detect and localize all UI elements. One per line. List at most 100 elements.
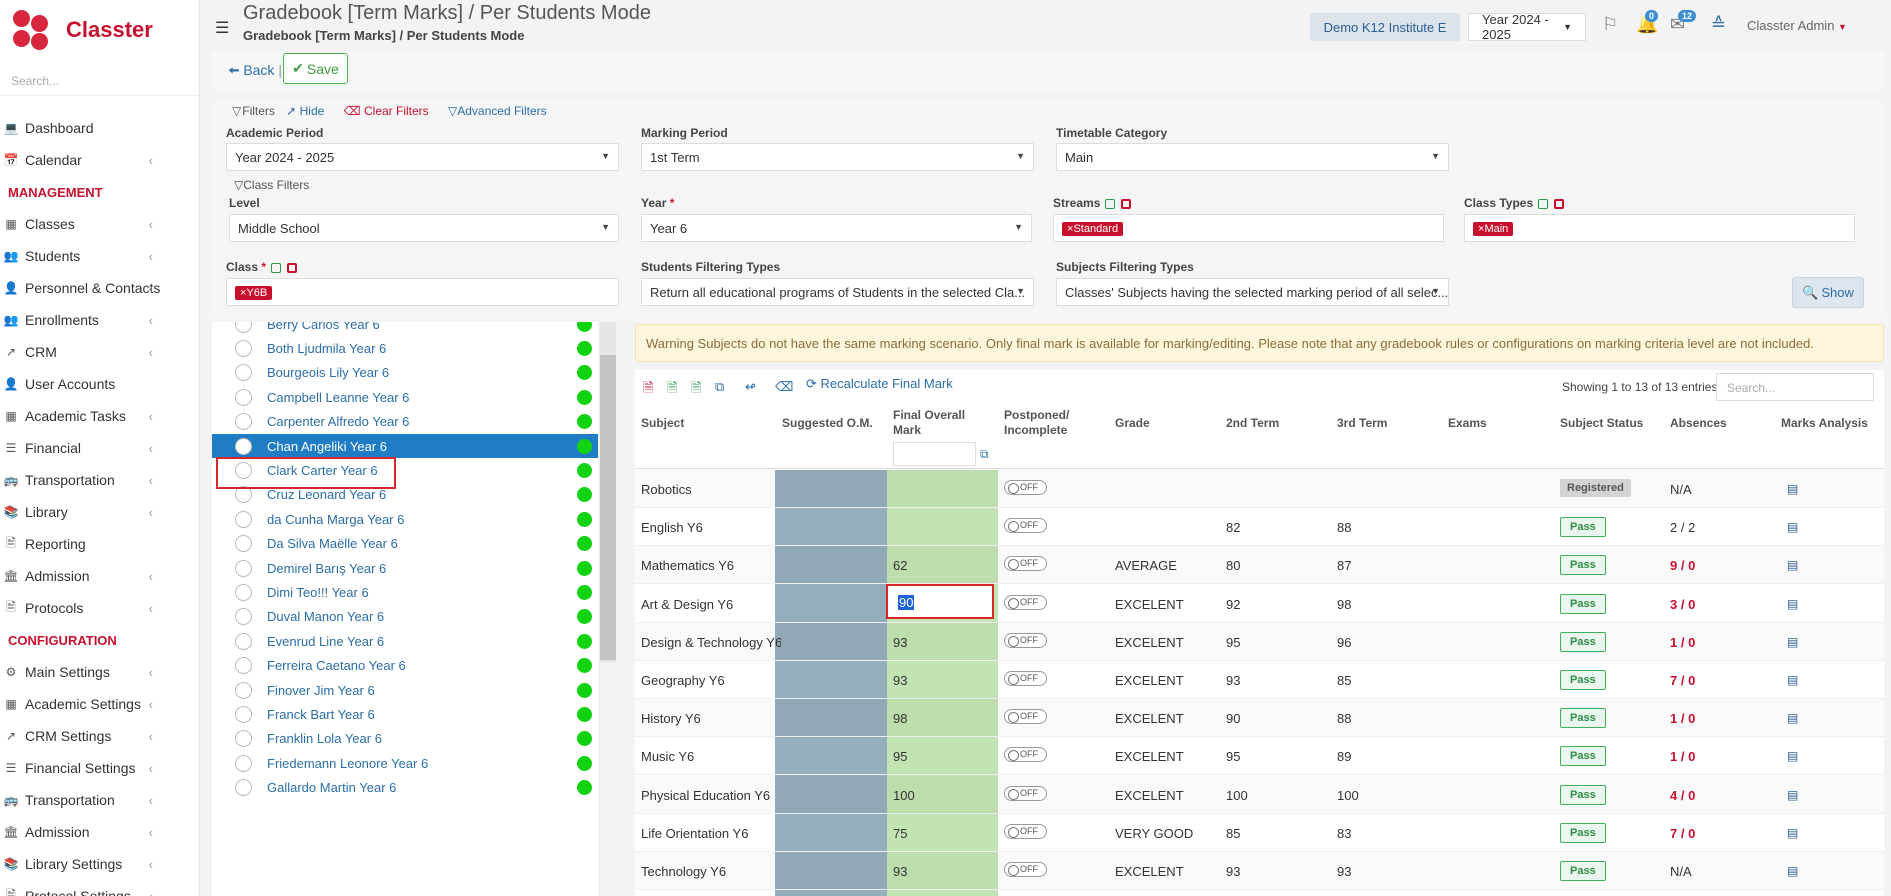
academic-period-select[interactable]: Year 2024 - 2025 ▼ <box>226 143 619 171</box>
deselect-all-icon[interactable] <box>287 262 298 273</box>
sidebar-item-transportation[interactable]: 🚌 Transportation ‹ <box>0 464 199 496</box>
bar-chart-icon[interactable]: ▤ <box>1787 520 1798 534</box>
col-2nd-term[interactable]: 2nd Term <box>1226 416 1279 431</box>
student-radio[interactable] <box>235 657 252 675</box>
final-mark-filter-input[interactable] <box>893 442 976 466</box>
student-row[interactable]: da Cunha Marga Year 6 <box>212 507 598 531</box>
final-mark-editor-input[interactable]: 90 <box>886 584 994 619</box>
sidebar-item-financial-settings[interactable]: ☰ Financial Settings ‹ <box>0 752 199 784</box>
sidebar-item-transportation[interactable]: 🚌 Transportation ‹ <box>0 784 199 816</box>
marking-period-select[interactable]: 1st Term ▼ <box>641 143 1034 171</box>
student-radio[interactable] <box>235 322 252 333</box>
sidebar-item-protocols[interactable]: 🗎 Protocols ‹ <box>0 592 199 624</box>
sidebar-item-protocol-settings[interactable]: 🗎 Protocol Settings ‹ <box>0 880 199 896</box>
student-row[interactable]: Both Ljudmila Year 6 <box>212 336 598 360</box>
sidebar-item-academic-tasks[interactable]: ▦ Academic Tasks ‹ <box>0 400 199 432</box>
sidebar-item-students[interactable]: 👥 Students ‹ <box>0 240 199 272</box>
sidebar-item-classes[interactable]: ▦ Classes ‹ <box>0 208 199 240</box>
sidebar-item-user-accounts[interactable]: 👤 User Accounts <box>0 368 199 400</box>
student-radio[interactable] <box>235 632 252 650</box>
streams-field[interactable]: ×Standard <box>1053 214 1444 242</box>
eraser-icon[interactable]: ⌫ <box>775 379 793 395</box>
student-radio[interactable] <box>235 364 252 382</box>
bar-chart-icon[interactable]: ▤ <box>1787 711 1798 725</box>
postponed-toggle[interactable]: OFF <box>1004 632 1047 648</box>
cell-final-mark[interactable]: 93 <box>893 635 907 650</box>
save-button[interactable]: ✔ Save <box>283 53 348 84</box>
student-radio[interactable] <box>235 388 252 406</box>
bar-chart-icon[interactable]: ▤ <box>1787 864 1798 878</box>
cell-final-mark[interactable]: 62 <box>893 558 907 573</box>
student-row[interactable]: Chan Angeliki Year 6 <box>212 434 598 458</box>
col-subject[interactable]: Subject <box>641 416 684 431</box>
deselect-all-icon[interactable] <box>1121 198 1132 209</box>
class-types-field[interactable]: ×Main <box>1464 214 1855 242</box>
student-row[interactable]: Finover Jim Year 6 <box>212 678 598 702</box>
student-row[interactable]: Gallardo Martin Year 6 <box>212 776 598 800</box>
student-row[interactable]: Bourgeois Lily Year 6 <box>212 361 598 385</box>
logo[interactable]: Classter <box>0 0 199 60</box>
col-absences[interactable]: Absences <box>1670 416 1727 431</box>
hamburger-menu-icon[interactable]: ☰ <box>215 18 229 38</box>
student-radio[interactable] <box>235 705 252 723</box>
student-row[interactable]: Evenrud Line Year 6 <box>212 629 598 653</box>
table-search-input[interactable]: Search... <box>1716 373 1874 401</box>
student-row[interactable]: Franklin Lola Year 6 <box>212 727 598 751</box>
show-button[interactable]: 🔍 Show <box>1792 277 1864 308</box>
flag-icon[interactable]: ⚐ <box>1602 14 1618 35</box>
student-row[interactable]: Dimi Teo!!! Year 6 <box>212 580 598 604</box>
class-types-tag[interactable]: ×Main <box>1473 222 1514 236</box>
sidebar-item-admission[interactable]: 🏛 Admission ‹ <box>0 560 199 592</box>
student-radio[interactable] <box>235 535 252 553</box>
sidebar-item-library[interactable]: 📚 Library ‹ <box>0 496 199 528</box>
student-row[interactable]: Campbell Leanne Year 6 <box>212 385 598 409</box>
sidebar-item-main-settings[interactable]: ⚙ Main Settings ‹ <box>0 656 199 688</box>
select-all-icon[interactable] <box>1105 198 1116 209</box>
student-radio[interactable] <box>235 413 252 431</box>
cell-final-mark[interactable]: 75 <box>893 826 907 841</box>
student-radio[interactable] <box>235 730 252 748</box>
export-excel-icon[interactable]: 🗎 <box>667 379 677 401</box>
sidebar-item-admission[interactable]: 🏛 Admission ‹ <box>0 816 199 848</box>
sidebar-item-financial[interactable]: ☰ Financial ‹ <box>0 432 199 464</box>
student-row[interactable]: Berry Carlos Year 6 <box>212 322 598 336</box>
sidebar-item-crm[interactable]: ↗ CRM ‹ <box>0 336 199 368</box>
col-grade[interactable]: Grade <box>1115 416 1150 431</box>
student-radio[interactable] <box>235 608 252 626</box>
export-pdf-icon[interactable]: 🗎 <box>643 379 653 401</box>
class-field[interactable]: ×Y6B <box>226 278 619 306</box>
postponed-toggle[interactable]: OFF <box>1004 785 1047 801</box>
clear-filters-link[interactable]: ⌫ Clear Filters <box>344 104 437 118</box>
postponed-toggle[interactable]: OFF <box>1004 862 1047 877</box>
bar-chart-icon[interactable]: ▤ <box>1787 749 1798 763</box>
scrollbar-thumb[interactable] <box>600 355 616 660</box>
students-filtering-select[interactable]: Return all educational programs of Stude… <box>641 278 1034 306</box>
col-suggested[interactable]: Suggested O.M. <box>782 416 873 431</box>
cell-final-mark[interactable]: 100 <box>893 788 915 803</box>
student-radio[interactable] <box>235 559 252 577</box>
bar-chart-icon[interactable]: ▤ <box>1787 558 1798 572</box>
cell-final-mark[interactable]: 95 <box>893 749 907 764</box>
student-radio[interactable] <box>235 779 252 797</box>
student-row[interactable]: Friedemann Leonore Year 6 <box>212 751 598 775</box>
postponed-toggle[interactable]: OFF <box>1004 747 1047 763</box>
streams-tag[interactable]: ×Standard <box>1062 222 1124 236</box>
institute-button[interactable]: Demo K12 Institute E <box>1310 13 1460 41</box>
student-radio[interactable] <box>235 754 252 772</box>
postponed-toggle[interactable]: OFF <box>1004 594 1047 610</box>
student-row[interactable]: Carpenter Alfredo Year 6 <box>212 410 598 434</box>
student-radio[interactable] <box>235 583 252 601</box>
sidebar-item-crm-settings[interactable]: ↗ CRM Settings ‹ <box>0 720 199 752</box>
back-link[interactable]: 🠨 Back | <box>228 60 282 84</box>
subjects-filtering-select[interactable]: Classes' Subjects having the selected ma… <box>1056 278 1449 306</box>
sidebar-item-dashboard[interactable]: 💻 Dashboard <box>0 112 199 144</box>
sidebar-item-enrollments[interactable]: 👥 Enrollments ‹ <box>0 304 199 336</box>
compress-icon[interactable]: ↫ <box>745 379 756 395</box>
postponed-toggle[interactable]: OFF <box>1004 556 1047 572</box>
select-all-icon[interactable] <box>271 262 282 273</box>
col-subject-status[interactable]: Subject Status <box>1560 416 1643 431</box>
layers-icon[interactable]: ≙ <box>1711 14 1726 35</box>
sidebar-search-input[interactable]: Search... <box>0 60 199 96</box>
bar-chart-icon[interactable]: ▤ <box>1787 635 1798 649</box>
user-menu[interactable]: Classter Admin ▼ <box>1747 18 1847 33</box>
